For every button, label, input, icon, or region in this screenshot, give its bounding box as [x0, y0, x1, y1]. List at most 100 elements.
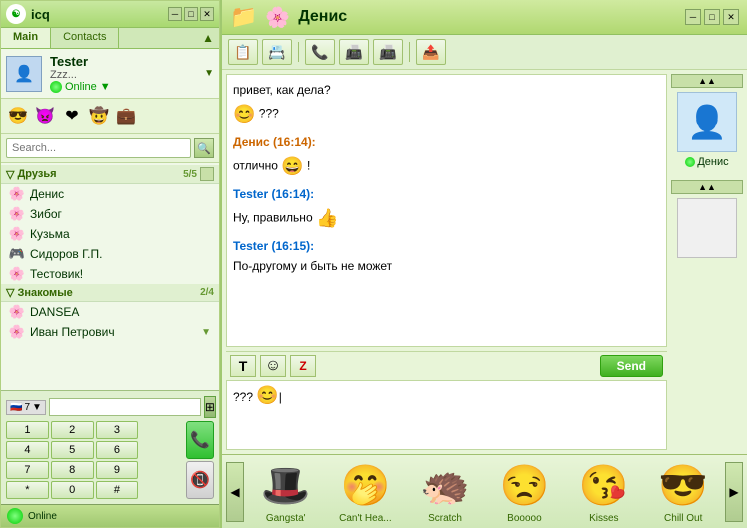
phone-extra-btn[interactable]: ⊞: [204, 396, 216, 418]
phone-key-empty2: [140, 441, 164, 459]
search-button[interactable]: 🔍: [194, 138, 214, 158]
emoticon-4[interactable]: 💼: [114, 104, 138, 128]
emo-kisses[interactable]: 😘 Kisses: [578, 459, 630, 524]
emo-face-canthear: 🤭: [339, 459, 391, 511]
contact-icon-4: 🌸: [9, 266, 25, 282]
status-text: Online: [28, 511, 57, 522]
emo-chillout[interactable]: 😎 Chill Out: [657, 459, 709, 524]
phone-key-empty1: [140, 421, 164, 439]
chat-toolbar-history[interactable]: 📋: [228, 39, 258, 65]
chat-self-avatar: [677, 198, 737, 258]
emo-face-chillout: 😎: [657, 459, 709, 511]
chat-toolbar-video[interactable]: 📠: [339, 39, 369, 65]
input-icq-button[interactable]: Z: [290, 355, 316, 377]
chat-titlebar: 📁 🌸 Денис ─ □ ✕: [222, 0, 747, 35]
msg-6: Tester (16:15):: [233, 237, 660, 255]
phone-key-star[interactable]: *: [6, 481, 49, 499]
emoticon-3[interactable]: 🤠: [87, 104, 111, 128]
msg-5: Ну, правильно 👍: [233, 205, 660, 232]
group-name-acquaint: Знакомые: [17, 287, 72, 299]
phone-end-button[interactable]: 📵: [186, 461, 214, 499]
phone-key-9[interactable]: 9: [96, 461, 139, 479]
contact-sidorov[interactable]: 🎮 Сидоров Г.П.: [1, 244, 219, 264]
phone-key-2[interactable]: 2: [51, 421, 94, 439]
chat-close-button[interactable]: ✕: [723, 9, 739, 25]
emo-nav-right[interactable]: ▶: [725, 462, 743, 522]
search-input[interactable]: [6, 138, 191, 158]
emo-label-scratch: Scratch: [428, 513, 462, 524]
input-emoji-button[interactable]: ☺: [260, 355, 286, 377]
chat-main: привет, как дела? 😊 ??? Денис (16:14): о…: [222, 70, 747, 454]
emoticon-2[interactable]: ❤: [60, 104, 84, 128]
phone-key-3[interactable]: 3: [96, 421, 139, 439]
chat-maximize-button[interactable]: □: [704, 9, 720, 25]
phone-key-8[interactable]: 8: [51, 461, 94, 479]
chat-window-controls: ─ □ ✕: [685, 9, 739, 25]
user-card: 👤 Tester Zzz... Online ▼ ▼: [1, 49, 219, 99]
group-scroll-friends[interactable]: [200, 167, 214, 181]
msg-7: По-другому и быть не может: [233, 257, 660, 275]
group-header-friends[interactable]: ▽ Друзья 5/5: [1, 165, 219, 184]
emo-face-gangsta: 🎩: [260, 459, 312, 511]
group-count-friends: 5/5: [183, 169, 197, 180]
phone-key-7[interactable]: 7: [6, 461, 49, 479]
contact-kuzma[interactable]: 🌸 Кузьма: [1, 224, 219, 244]
close-button[interactable]: ✕: [200, 7, 214, 21]
phone-key-0[interactable]: 0: [51, 481, 94, 499]
contact-testovic[interactable]: 🌸 Тестовик!: [1, 264, 219, 284]
chat-minimize-button[interactable]: ─: [685, 9, 701, 25]
emoticon-0[interactable]: 😎: [6, 104, 30, 128]
emoticon-1[interactable]: 👿: [33, 104, 57, 128]
emo-face-booooo: 😒: [498, 459, 550, 511]
phone-key-5[interactable]: 5: [51, 441, 94, 459]
chat-toolbar-share[interactable]: 📠: [373, 39, 403, 65]
phone-key-hash[interactable]: #: [96, 481, 139, 499]
contact-name-6: Иван Петрович: [30, 325, 115, 339]
chat-toolbar-send-file[interactable]: 📤: [416, 39, 446, 65]
side-scroll-up[interactable]: ▲▲: [671, 74, 743, 88]
contact-icon-0: 🌸: [9, 186, 25, 202]
tab-arrow-icon[interactable]: ▲: [197, 28, 219, 48]
user-menu-arrow[interactable]: ▼: [204, 68, 214, 79]
chat-toolbar-contact[interactable]: 📇: [262, 39, 292, 65]
group-header-acquaint[interactable]: ▽ Знакомые 2/4: [1, 284, 219, 302]
minimize-button[interactable]: ─: [168, 7, 182, 21]
send-button[interactable]: Send: [600, 355, 663, 377]
phone-panel: 🇷🇺 7 ▼ ⊞ 1 2 3 4 5 6 7 8 9 * 0 #: [1, 390, 219, 504]
chat-toolbar: 📋 📇 📞 📠 📠 📤: [222, 35, 747, 70]
msg-3: отлично 😄 !: [233, 153, 660, 180]
phone-key-6[interactable]: 6: [96, 441, 139, 459]
chat-title: Денис: [298, 8, 677, 26]
emo-canthear[interactable]: 🤭 Can't Hea...: [339, 459, 392, 524]
country-code[interactable]: 🇷🇺 7 ▼: [6, 400, 46, 415]
search-row: 🔍: [1, 134, 219, 163]
contact-dansea[interactable]: 🌸 DANSEA: [1, 302, 219, 322]
phone-key-4[interactable]: 4: [6, 441, 49, 459]
contact-name-3: Сидоров Г.П.: [30, 247, 102, 261]
emo-booooo[interactable]: 😒 Booooo: [498, 459, 550, 524]
online-dropdown-icon[interactable]: ▼: [100, 81, 111, 93]
group-arrow-icon: ▽: [6, 168, 14, 181]
side-scroll-down[interactable]: ▲▲: [671, 180, 743, 194]
chat-toolbar-voice[interactable]: 📞: [305, 39, 335, 65]
avatar: 👤: [6, 56, 42, 92]
tab-main[interactable]: Main: [1, 28, 51, 48]
maximize-button[interactable]: □: [184, 7, 198, 21]
input-font-button[interactable]: T: [230, 355, 256, 377]
tab-contacts[interactable]: Contacts: [51, 28, 119, 48]
phone-call-button[interactable]: 📞: [186, 421, 214, 459]
user-status: Zzz...: [50, 69, 196, 81]
emo-nav-left[interactable]: ◀: [226, 462, 244, 522]
phone-key-1[interactable]: 1: [6, 421, 49, 439]
emo-gangsta[interactable]: 🎩 Gangsta': [260, 459, 312, 524]
msg-0: привет, как дела?: [233, 81, 660, 99]
phone-input[interactable]: [49, 398, 201, 416]
phone-keypad-row: 1 2 3 4 5 6 7 8 9 * 0 # 📞 📵: [6, 421, 214, 499]
contact-zibog[interactable]: 🌸 Зибог: [1, 204, 219, 224]
input-toolbar: T ☺ Z Send: [226, 351, 667, 380]
status-bar: Online: [1, 504, 219, 527]
contact-ivan[interactable]: 🌸 Иван Петрович ▼: [1, 322, 219, 342]
contact-denis[interactable]: 🌸 Денис: [1, 184, 219, 204]
contact-name-4: Тестовик!: [30, 267, 83, 281]
emo-scratch[interactable]: 🦔 Scratch: [419, 459, 471, 524]
